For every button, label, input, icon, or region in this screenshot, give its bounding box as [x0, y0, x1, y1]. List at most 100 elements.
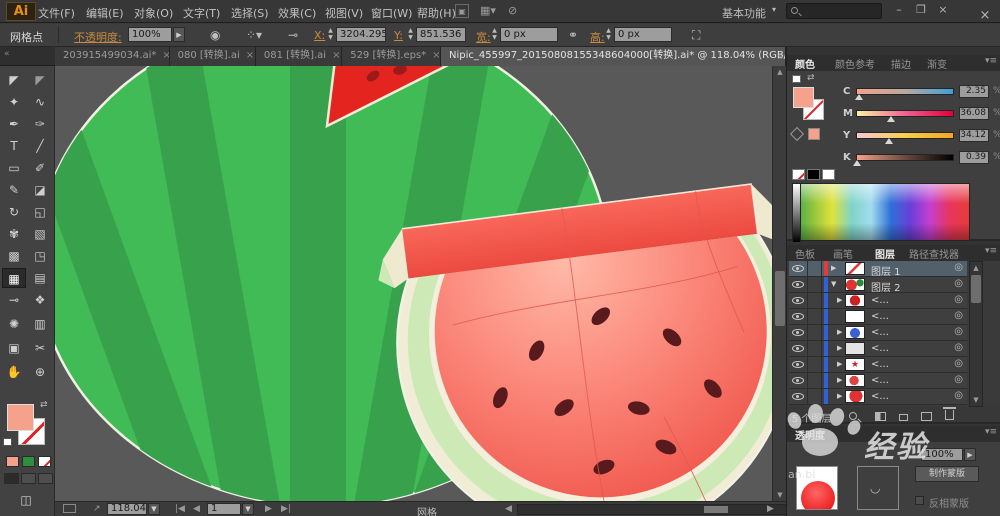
scrollbar-thumb[interactable]	[775, 271, 785, 326]
swap-fill-stroke-icon[interactable]: ⇄	[40, 400, 48, 410]
layer-thumbnail[interactable]	[845, 390, 865, 403]
mesh-tool[interactable]: ▦	[2, 268, 26, 288]
panel-menu-icon[interactable]: ▾≡	[985, 427, 997, 437]
search-input[interactable]	[786, 3, 882, 19]
layer-thumbnail[interactable]: ★	[845, 358, 865, 371]
zoom-level-value[interactable]: 118.04	[107, 503, 147, 515]
sublayer-name[interactable]: <...	[871, 359, 889, 370]
height-value[interactable]: 0 px	[614, 27, 672, 42]
eye-icon[interactable]	[792, 345, 804, 352]
layer-row[interactable]: ▶ <... ◎	[789, 373, 967, 389]
layer-row[interactable]: ▶ <... ◎	[789, 293, 967, 309]
x-label[interactable]: X:	[314, 29, 325, 42]
shape-builder-tool[interactable]: ▩	[2, 246, 26, 266]
black-value[interactable]: 0.39	[959, 151, 989, 164]
slider-knob[interactable]	[853, 160, 861, 166]
gradient-button[interactable]	[22, 456, 35, 467]
slider-knob[interactable]	[855, 94, 863, 100]
magenta-value[interactable]: 36.08	[959, 107, 989, 120]
free-transform-tool[interactable]: ▧	[28, 224, 52, 244]
zoom-dropdown-icon[interactable]: ▼	[148, 503, 160, 515]
color-button[interactable]	[6, 456, 19, 467]
menu-select[interactable]: 选择(S)	[231, 5, 269, 21]
menu-effect[interactable]: 效果(C)	[278, 5, 316, 21]
lasso-tool[interactable]: ∿	[28, 92, 52, 112]
hscroll-left-icon[interactable]: ◀	[505, 504, 512, 514]
eye-icon[interactable]	[792, 361, 804, 368]
layer-row[interactable]: ▶ <... ◎	[789, 325, 967, 341]
x-stepper[interactable]: ▲▼	[326, 27, 335, 42]
swap-fill-stroke-icon[interactable]: ⇄	[807, 73, 815, 83]
close-button[interactable]: ×	[934, 3, 952, 17]
visibility-cell[interactable]	[789, 325, 808, 340]
expand-arrow-icon[interactable]: ▶	[837, 376, 842, 384]
launch-bridge-icon[interactable]: ↗	[93, 504, 101, 514]
layer-name[interactable]: 图层 2	[871, 279, 901, 294]
opacity-value[interactable]: 100%	[128, 27, 172, 42]
visibility-cell[interactable]	[789, 309, 808, 324]
sublayer-name[interactable]: <...	[871, 343, 889, 354]
tab-pathfinder[interactable]: 路径查找器	[909, 246, 959, 261]
warp-tool[interactable]: ✾	[2, 224, 26, 244]
locate-object-icon[interactable]	[849, 410, 857, 423]
selection-tool[interactable]: ◤	[2, 70, 26, 90]
fill-color-swatch[interactable]	[7, 404, 34, 431]
white-swatch[interactable]	[822, 169, 835, 180]
cs-live-icon[interactable]: ⊘	[508, 4, 517, 17]
lock-cell[interactable]	[808, 277, 822, 292]
first-artboard-icon[interactable]: |◀	[175, 504, 185, 514]
eye-icon[interactable]	[792, 377, 804, 384]
expand-arrow-icon[interactable]: ▶	[837, 392, 842, 400]
target-circle-icon[interactable]: ◎	[954, 294, 963, 305]
screen-mode-icon[interactable]: ◫	[14, 490, 38, 510]
target-circle-icon[interactable]: ◎	[954, 342, 963, 353]
visibility-cell[interactable]	[789, 277, 808, 292]
last-artboard-icon[interactable]: ▶|	[281, 504, 291, 514]
black-slider[interactable]	[856, 154, 954, 161]
draw-normal-mode-button[interactable]	[4, 473, 19, 484]
lock-cell[interactable]	[808, 261, 822, 276]
clipping-mask-icon[interactable]	[875, 411, 886, 424]
visibility-cell[interactable]	[789, 373, 808, 388]
expand-arrow-icon[interactable]: ▶	[837, 360, 842, 368]
draw-inside-mode-button[interactable]	[38, 473, 53, 484]
scrollbar-thumb[interactable]	[704, 506, 728, 513]
target-circle-icon[interactable]: ◎	[954, 262, 963, 273]
constrain-proportions-icon[interactable]: ⚭	[568, 28, 578, 42]
tab-gradient[interactable]: 渐变	[927, 56, 947, 71]
target-circle-icon[interactable]: ◎	[954, 278, 963, 289]
target-circle-icon[interactable]: ◎	[954, 358, 963, 369]
layer-row[interactable]: ▼ 图层 2 ◎	[789, 277, 967, 293]
sublayer-name[interactable]: <...	[871, 295, 889, 306]
document-tab-active[interactable]: Nipic_455997_20150808155348604000[转换].ai…	[441, 47, 786, 66]
slider-knob[interactable]	[887, 116, 895, 122]
height-stepper[interactable]: ▲▼	[604, 27, 613, 42]
rectangle-tool[interactable]: ▭	[2, 158, 26, 178]
none-swatch[interactable]	[792, 169, 805, 180]
eye-icon[interactable]	[792, 281, 804, 288]
delete-layer-icon[interactable]	[945, 410, 954, 423]
layer-name[interactable]: 图层 1	[871, 263, 901, 278]
canvas-vertical-scrollbar[interactable]: ▲ ▼	[772, 66, 786, 501]
yellow-slider[interactable]	[856, 132, 954, 139]
width-tool[interactable]: ✑	[28, 114, 52, 134]
zoom-tool[interactable]: ⊕	[28, 362, 52, 382]
tab-swatches[interactable]: 色板	[795, 246, 815, 261]
eye-icon[interactable]	[792, 329, 804, 336]
lock-cell[interactable]	[808, 293, 822, 308]
lock-cell[interactable]	[808, 325, 822, 340]
tab-close-icon[interactable]: ×	[332, 50, 340, 61]
menu-view[interactable]: 视图(V)	[325, 5, 363, 21]
y-value[interactable]: 851.536	[416, 27, 466, 42]
transparency-opacity-value[interactable]: 100%	[921, 448, 963, 461]
scrollbar-thumb[interactable]	[971, 275, 981, 303]
sublayer-name[interactable]: <...	[871, 311, 889, 322]
document-tab[interactable]: 080 [转换].ai×	[170, 47, 256, 66]
layers-scrollbar[interactable]: ▲ ▼	[969, 261, 983, 407]
collapse-arrow-icon[interactable]: ▼	[831, 280, 836, 288]
layer-thumbnail[interactable]	[845, 374, 865, 387]
toolbar-dock-header[interactable]: «	[0, 47, 55, 66]
artboard-dropdown-icon[interactable]: ▼	[242, 503, 254, 515]
type-tool[interactable]: T	[2, 136, 26, 156]
artboard-tool[interactable]: ▣	[2, 338, 26, 358]
